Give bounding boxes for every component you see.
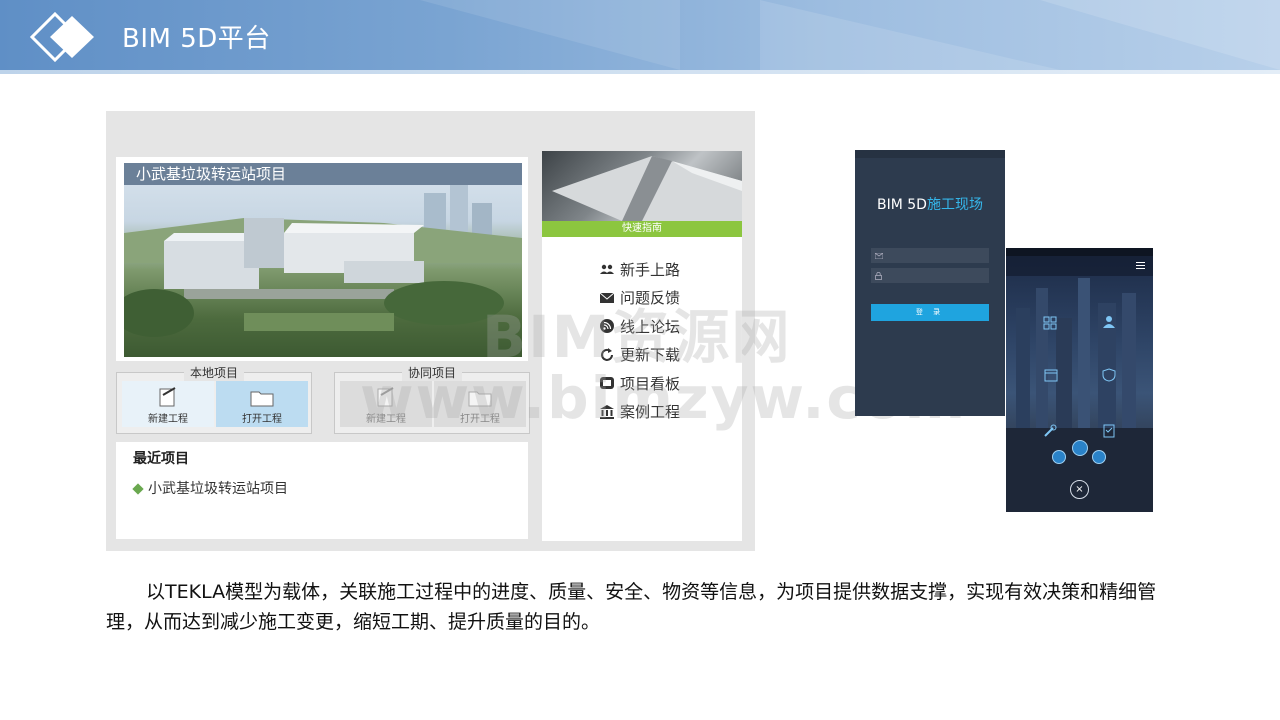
project-card[interactable]: 小武基垃圾转运站项目 [116, 157, 528, 361]
slide-header: BIM 5D平台 [0, 0, 1280, 70]
new-project-button[interactable]: 新建工程 [122, 381, 214, 427]
mobile-app-title: BIM 5D施工现场 [855, 194, 1005, 214]
guide-item-getting-started[interactable]: 新手上路 [600, 255, 680, 284]
hamburger-menu-icon[interactable] [1136, 262, 1145, 269]
recent-project-item[interactable]: 小武基垃圾转运站项目 [132, 478, 288, 498]
title-prefix: BIM 5D [877, 197, 927, 213]
mobile-home-screenshot: × [1006, 248, 1153, 512]
circle-action-icon[interactable] [1072, 440, 1088, 456]
circle-action-icon[interactable] [1052, 450, 1066, 464]
recent-projects-panel: 最近项目 小武基垃圾转运站项目 [116, 442, 528, 539]
recent-project-label: 小武基垃圾转运站项目 [148, 481, 288, 497]
circle-action-icon[interactable] [1092, 450, 1106, 464]
lock-icon [875, 272, 882, 280]
checklist-icon[interactable] [1102, 424, 1116, 438]
envelope-icon [875, 253, 883, 259]
title-accent: 施工现场 [926, 197, 983, 213]
book-image [552, 156, 742, 221]
folder-icon [250, 391, 274, 407]
users-icon [600, 262, 614, 276]
open-project-label: 打开工程 [242, 414, 282, 425]
local-project-panel: 本地项目 新建工程 打开工程 [116, 364, 312, 434]
project-caption: 小武基垃圾转运站项目 [124, 163, 522, 185]
login-button[interactable]: 登 录 [871, 304, 989, 321]
header-underline [0, 70, 1280, 74]
diamond-logo-icon [30, 12, 94, 62]
quick-guide-bar: 快速指南 [542, 221, 742, 237]
shield-icon[interactable] [1102, 368, 1116, 382]
new-project-label: 新建工程 [148, 414, 188, 425]
user-icon[interactable] [1102, 314, 1116, 328]
recent-projects-title: 最近项目 [133, 451, 189, 467]
open-project-button[interactable]: 打开工程 [216, 381, 308, 427]
cube-icon [132, 483, 144, 495]
calendar-icon[interactable] [1044, 368, 1058, 382]
building-rendering-image [124, 183, 522, 337]
mobile-home-header [1006, 256, 1153, 276]
header-facet [760, 0, 1060, 70]
grid-icon[interactable] [1043, 316, 1057, 330]
wrench-icon[interactable] [1043, 424, 1057, 438]
password-field[interactable] [871, 268, 989, 283]
page-title: BIM 5D平台 [122, 24, 271, 54]
city-night-background [1006, 278, 1153, 512]
status-bar [1006, 248, 1153, 256]
project-rendering: 小武基垃圾转运站项目 [124, 163, 522, 357]
watermark-text: BIM资源网 [482, 303, 792, 371]
new-document-icon [159, 387, 176, 407]
status-bar [855, 150, 1005, 158]
guide-item-label: 新手上路 [620, 260, 681, 279]
guide-banner-image [542, 151, 742, 221]
mobile-login-screenshot: BIM 5D施工现场 登 录 [855, 150, 1005, 416]
header-facet [420, 0, 680, 70]
header-facet [1040, 0, 1280, 70]
local-panel-label: 本地项目 [183, 364, 245, 381]
slide-description: 以TEKLA模型为载体，关联施工过程中的进度、质量、安全、物资等信息，为项目提供… [106, 581, 1157, 633]
username-field[interactable] [871, 248, 989, 263]
close-icon[interactable]: × [1070, 480, 1089, 499]
